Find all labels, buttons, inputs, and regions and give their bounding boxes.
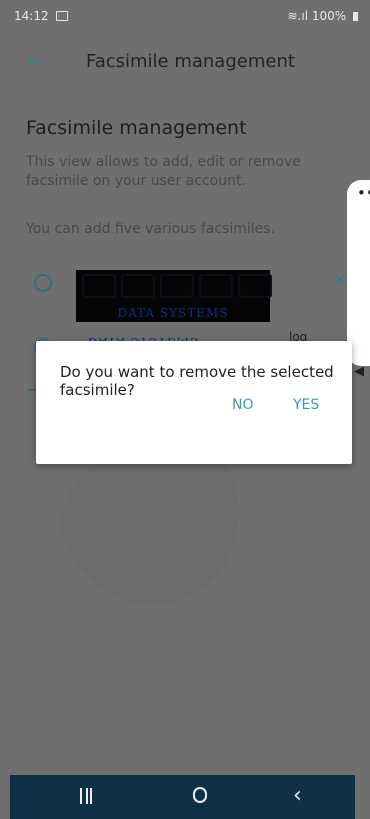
home-icon[interactable] xyxy=(193,787,207,803)
add-facsimile-stub xyxy=(28,389,36,391)
signal-battery-text: ≋.ıl 100% xyxy=(287,9,347,23)
remove-facsimile-icon[interactable]: ✕ xyxy=(333,270,346,289)
dialog-yes-button[interactable]: YES xyxy=(293,397,319,413)
dialog-message: Do you want to remove the selected facsi… xyxy=(60,363,334,399)
recents-icon[interactable] xyxy=(80,788,92,804)
facsimile-logo xyxy=(82,274,272,298)
status-bar: 14:12 ≋.ıl 100% xyxy=(0,0,370,34)
nav-back-icon[interactable]: ‹ xyxy=(293,783,302,808)
header-title: Facsimile management xyxy=(86,51,295,72)
status-time: 14:12 xyxy=(14,9,49,23)
status-right: ≋.ıl 100% xyxy=(287,9,358,23)
system-nav-bar: ‹ xyxy=(10,775,355,819)
facsimile-caption: DATA SYSTEMS xyxy=(117,306,229,320)
side-panel[interactable]: •• ◀ xyxy=(347,180,370,379)
battery-icon xyxy=(353,12,358,21)
dialog-no-button[interactable]: NO xyxy=(232,397,254,413)
app-header: ← Facsimile management xyxy=(0,46,370,80)
facsimile-radio-icon[interactable] xyxy=(34,274,52,292)
back-arrow-icon[interactable]: ← xyxy=(28,49,45,73)
speaker-icon: ◀ xyxy=(354,364,364,379)
facsimile-image: DATA SYSTEMS xyxy=(76,270,272,322)
gallery-icon xyxy=(56,11,68,21)
remove-confirm-dialog: Do you want to remove the selected facsi… xyxy=(36,341,352,464)
page-hint: You can add five various facsimiles. xyxy=(26,221,276,237)
page-heading: Facsimile management xyxy=(26,117,247,139)
page-description: This view allows to add, edit or remove … xyxy=(26,154,301,189)
side-panel-dots: •• xyxy=(357,184,370,202)
